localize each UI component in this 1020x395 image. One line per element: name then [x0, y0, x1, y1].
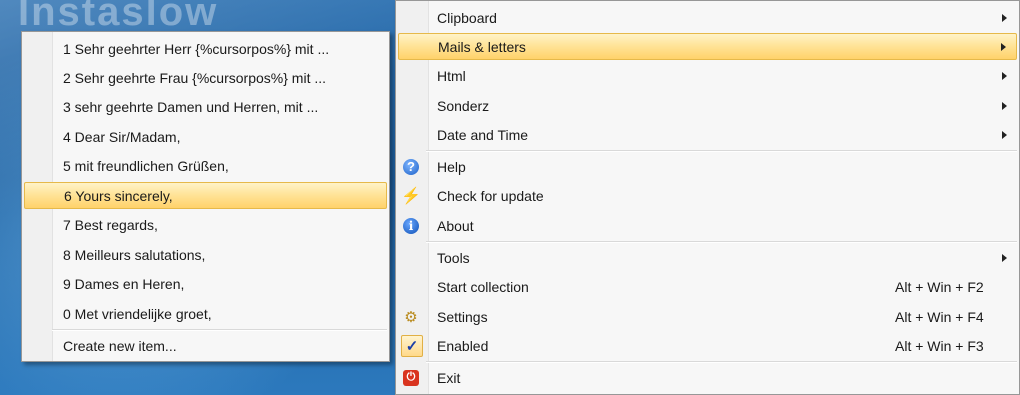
submenu-item-8[interactable]: 8 Meilleurs salutations, — [24, 241, 387, 268]
menu-separator — [426, 150, 1017, 152]
menu-separator — [426, 241, 1017, 243]
submenu-arrow-icon — [1002, 71, 1007, 80]
menu-item-label: Tools — [437, 249, 470, 266]
menu-item-label: Sonderz — [437, 97, 490, 114]
submenu-item-1[interactable]: 1 Sehr geehrter Herr {%cursorpos%} mit .… — [24, 35, 387, 62]
menu-item-date-time[interactable]: Date and Time — [398, 121, 1017, 148]
menu-item-enabled[interactable]: ✓ Enabled Alt + Win + F3 — [398, 332, 1017, 359]
menu-item-help[interactable]: ? Help — [398, 153, 1017, 180]
submenu-item-label: 1 Sehr geehrter Herr {%cursorpos%} mit .… — [63, 40, 330, 57]
submenu-arrow-icon — [1002, 130, 1007, 139]
menu-item-check-update[interactable]: ⚡ Check for update — [398, 182, 1017, 209]
menu-item-sonderz[interactable]: Sonderz — [398, 92, 1017, 119]
submenu-arrow-icon — [1002, 101, 1007, 110]
create-new-item[interactable]: Create new item... — [24, 332, 387, 359]
checkmark-icon: ✓ — [401, 334, 423, 357]
menu-item-html[interactable]: Html — [398, 62, 1017, 89]
menu-item-start-collection[interactable]: Start collection Alt + Win + F2 — [398, 273, 1017, 300]
menu-item-exit[interactable]: ⏻ Exit — [398, 364, 1017, 391]
submenu-item-4[interactable]: 4 Dear Sir/Madam, — [24, 123, 387, 150]
submenu-item-label: 8 Meilleurs salutations, — [63, 246, 206, 263]
submenu-item-2[interactable]: 2 Sehr geehrte Frau {%cursorpos%} mit ..… — [24, 64, 387, 91]
create-new-item-label: Create new item... — [63, 337, 177, 354]
power-icon: ⏻ — [403, 369, 419, 386]
submenu-item-6[interactable]: 6 Yours sincerely, — [24, 182, 387, 209]
menu-item-clipboard[interactable]: Clipboard — [398, 4, 1017, 31]
menu-item-settings[interactable]: ⚙ Settings Alt + Win + F4 — [398, 303, 1017, 330]
submenu-item-label: 5 mit freundlichen Grüßen, — [63, 157, 229, 174]
submenu-item-label: 6 Yours sincerely, — [64, 187, 173, 204]
submenu-item-9[interactable]: 9 Dames en Heren, — [24, 270, 387, 297]
menu-item-label: Date and Time — [437, 126, 529, 143]
submenu-separator — [52, 329, 387, 331]
shortcut-label: Alt + Win + F2 — [895, 278, 984, 295]
submenu-item-0[interactable]: 0 Met vriendelijke groet, — [24, 300, 387, 327]
submenu-item-label: 7 Best regards, — [63, 216, 158, 233]
submenu-item-label: 9 Dames en Heren, — [63, 275, 185, 292]
submenu-arrow-icon — [1002, 13, 1007, 22]
menu-item-mails-letters[interactable]: Mails & letters — [398, 33, 1017, 60]
submenu-item-label: 4 Dear Sir/Madam, — [63, 128, 181, 145]
submenu-item-label: 3 sehr geehrte Damen und Herren, mit ... — [63, 98, 319, 115]
gears-icon: ⚙ — [404, 308, 418, 326]
menu-item-label: Enabled — [437, 337, 489, 354]
menu-item-about[interactable]: i About — [398, 212, 1017, 239]
mails-letters-submenu: 1 Sehr geehrter Herr {%cursorpos%} mit .… — [21, 31, 390, 362]
help-icon: ? — [403, 158, 419, 175]
submenu-item-label: 2 Sehr geehrte Frau {%cursorpos%} mit ..… — [63, 69, 327, 86]
menu-item-label: Clipboard — [437, 9, 497, 26]
main-context-menu: Clipboard Mails & letters Html Sonderz D… — [395, 0, 1020, 395]
menu-separator — [426, 361, 1017, 363]
menu-item-tools[interactable]: Tools — [398, 244, 1017, 271]
submenu-item-label: 0 Met vriendelijke groet, — [63, 305, 212, 322]
menu-item-label: Html — [437, 67, 466, 84]
submenu-item-3[interactable]: 3 sehr geehrte Damen und Herren, mit ... — [24, 93, 387, 120]
submenu-arrow-icon — [1001, 42, 1006, 51]
menu-item-label: Check for update — [437, 187, 544, 204]
shortcut-label: Alt + Win + F4 — [895, 308, 984, 325]
menu-item-label: Mails & letters — [438, 38, 526, 55]
info-icon: i — [403, 217, 419, 234]
menu-item-label: Help — [437, 158, 466, 175]
desktop-logo-text: Instaslow — [18, 0, 219, 34]
shortcut-label: Alt + Win + F3 — [895, 337, 984, 354]
submenu-item-5[interactable]: 5 mit freundlichen Grüßen, — [24, 152, 387, 179]
lightning-icon: ⚡ — [401, 187, 421, 205]
menu-item-label: Start collection — [437, 278, 529, 295]
submenu-item-7[interactable]: 7 Best regards, — [24, 211, 387, 238]
submenu-arrow-icon — [1002, 253, 1007, 262]
menu-item-label: Exit — [437, 369, 461, 386]
menu-item-label: About — [437, 217, 474, 234]
menu-item-label: Settings — [437, 308, 488, 325]
